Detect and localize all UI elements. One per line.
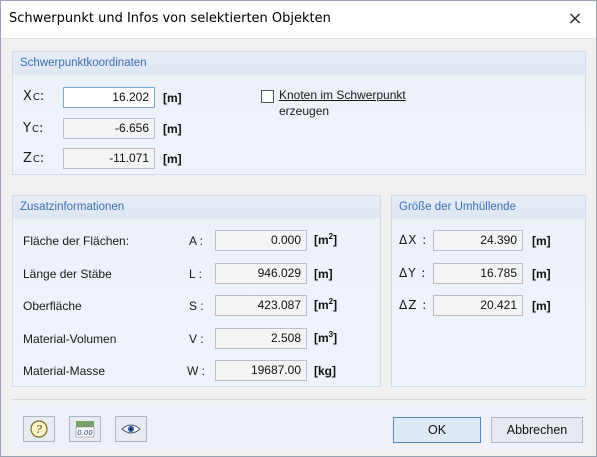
flaeche-field: 0.000 [215, 230, 307, 251]
delta-z-label: ΔZ : [399, 298, 428, 312]
oberflaeche-field: 423.087 [215, 295, 307, 316]
masse-label: Material-Masse [23, 364, 106, 378]
laenge-field: 946.029 [215, 263, 307, 284]
calculator-button[interactable]: 0.00 [69, 416, 101, 442]
delta-y-label: ΔY : [399, 266, 427, 280]
xc-label: XC: [23, 89, 46, 104]
calculator-icon: 0.00 [75, 421, 95, 438]
dialog-title: Schwerpunkt und Infos von selektierten O… [9, 11, 331, 26]
title-bar: Schwerpunkt und Infos von selektierten O… [1, 1, 596, 39]
volumen-label: Material-Volumen [23, 332, 117, 346]
umhuellende-group: Größe der Umhüllende [391, 195, 586, 387]
zusatz-group: Zusatzinformationen [12, 195, 381, 387]
delta-y-unit: [m] [532, 267, 551, 281]
volumen-field: 2.508 [215, 328, 307, 349]
oberflaeche-label: Oberfläche [23, 299, 82, 313]
volumen-symbol: V : [189, 332, 204, 346]
xc-unit: [m] [163, 91, 182, 105]
oberflaeche-symbol: S : [189, 299, 204, 313]
zc-label: ZC: [23, 151, 46, 166]
zusatz-group-label: Zusatzinformationen [20, 201, 125, 213]
yc-label: YC: [23, 121, 45, 136]
zc-field: -11.071 [63, 148, 155, 169]
yc-field: -6.656 [63, 118, 155, 139]
umhuellende-group-label: Größe der Umhüllende [399, 201, 516, 213]
knoten-checkbox-label[interactable]: Knoten im Schwerpunkt [279, 88, 406, 102]
eye-icon [121, 424, 141, 434]
xc-input[interactable]: 16.202 [63, 87, 155, 108]
flaeche-label: Fläche der Flächen: [23, 234, 130, 248]
flaeche-unit: [m2] [314, 232, 338, 247]
laenge-label: Länge der Stäbe [23, 267, 112, 281]
delta-z-unit: [m] [532, 299, 551, 313]
masse-unit: [kg] [314, 364, 336, 378]
flaeche-symbol: A : [189, 234, 204, 248]
delta-y-field: 16.785 [433, 263, 523, 284]
dialog-window: Schwerpunkt und Infos von selektierten O… [0, 0, 597, 457]
calculator-icon-text: 0.00 [77, 429, 93, 437]
schwerpunkt-group-label: Schwerpunktkoordinaten [20, 57, 147, 69]
knoten-checkbox-label-line2[interactable]: erzeugen [279, 104, 329, 118]
svg-text:?: ? [36, 423, 42, 436]
delta-x-field: 24.390 [433, 230, 523, 251]
cancel-button[interactable]: Abbrechen [491, 417, 583, 443]
close-button[interactable]: × [560, 5, 590, 33]
zc-unit: [m] [163, 152, 182, 166]
ok-button[interactable]: OK [393, 417, 481, 443]
laenge-unit: [m] [314, 267, 333, 281]
masse-symbol: W : [187, 364, 205, 378]
delta-x-label: ΔX : [399, 233, 428, 247]
knoten-checkbox[interactable] [261, 90, 274, 103]
oberflaeche-unit: [m2] [314, 297, 338, 312]
footer-separator [11, 399, 586, 400]
delta-x-unit: [m] [532, 234, 551, 248]
laenge-symbol: L : [189, 267, 202, 281]
help-icon: ? [30, 420, 48, 438]
delta-z-field: 20.421 [433, 295, 523, 316]
masse-field: 19687.00 [215, 360, 307, 381]
volumen-unit: [m3] [314, 330, 338, 345]
view-button[interactable] [115, 416, 147, 442]
help-button[interactable]: ? [23, 416, 55, 442]
yc-unit: [m] [163, 122, 182, 136]
